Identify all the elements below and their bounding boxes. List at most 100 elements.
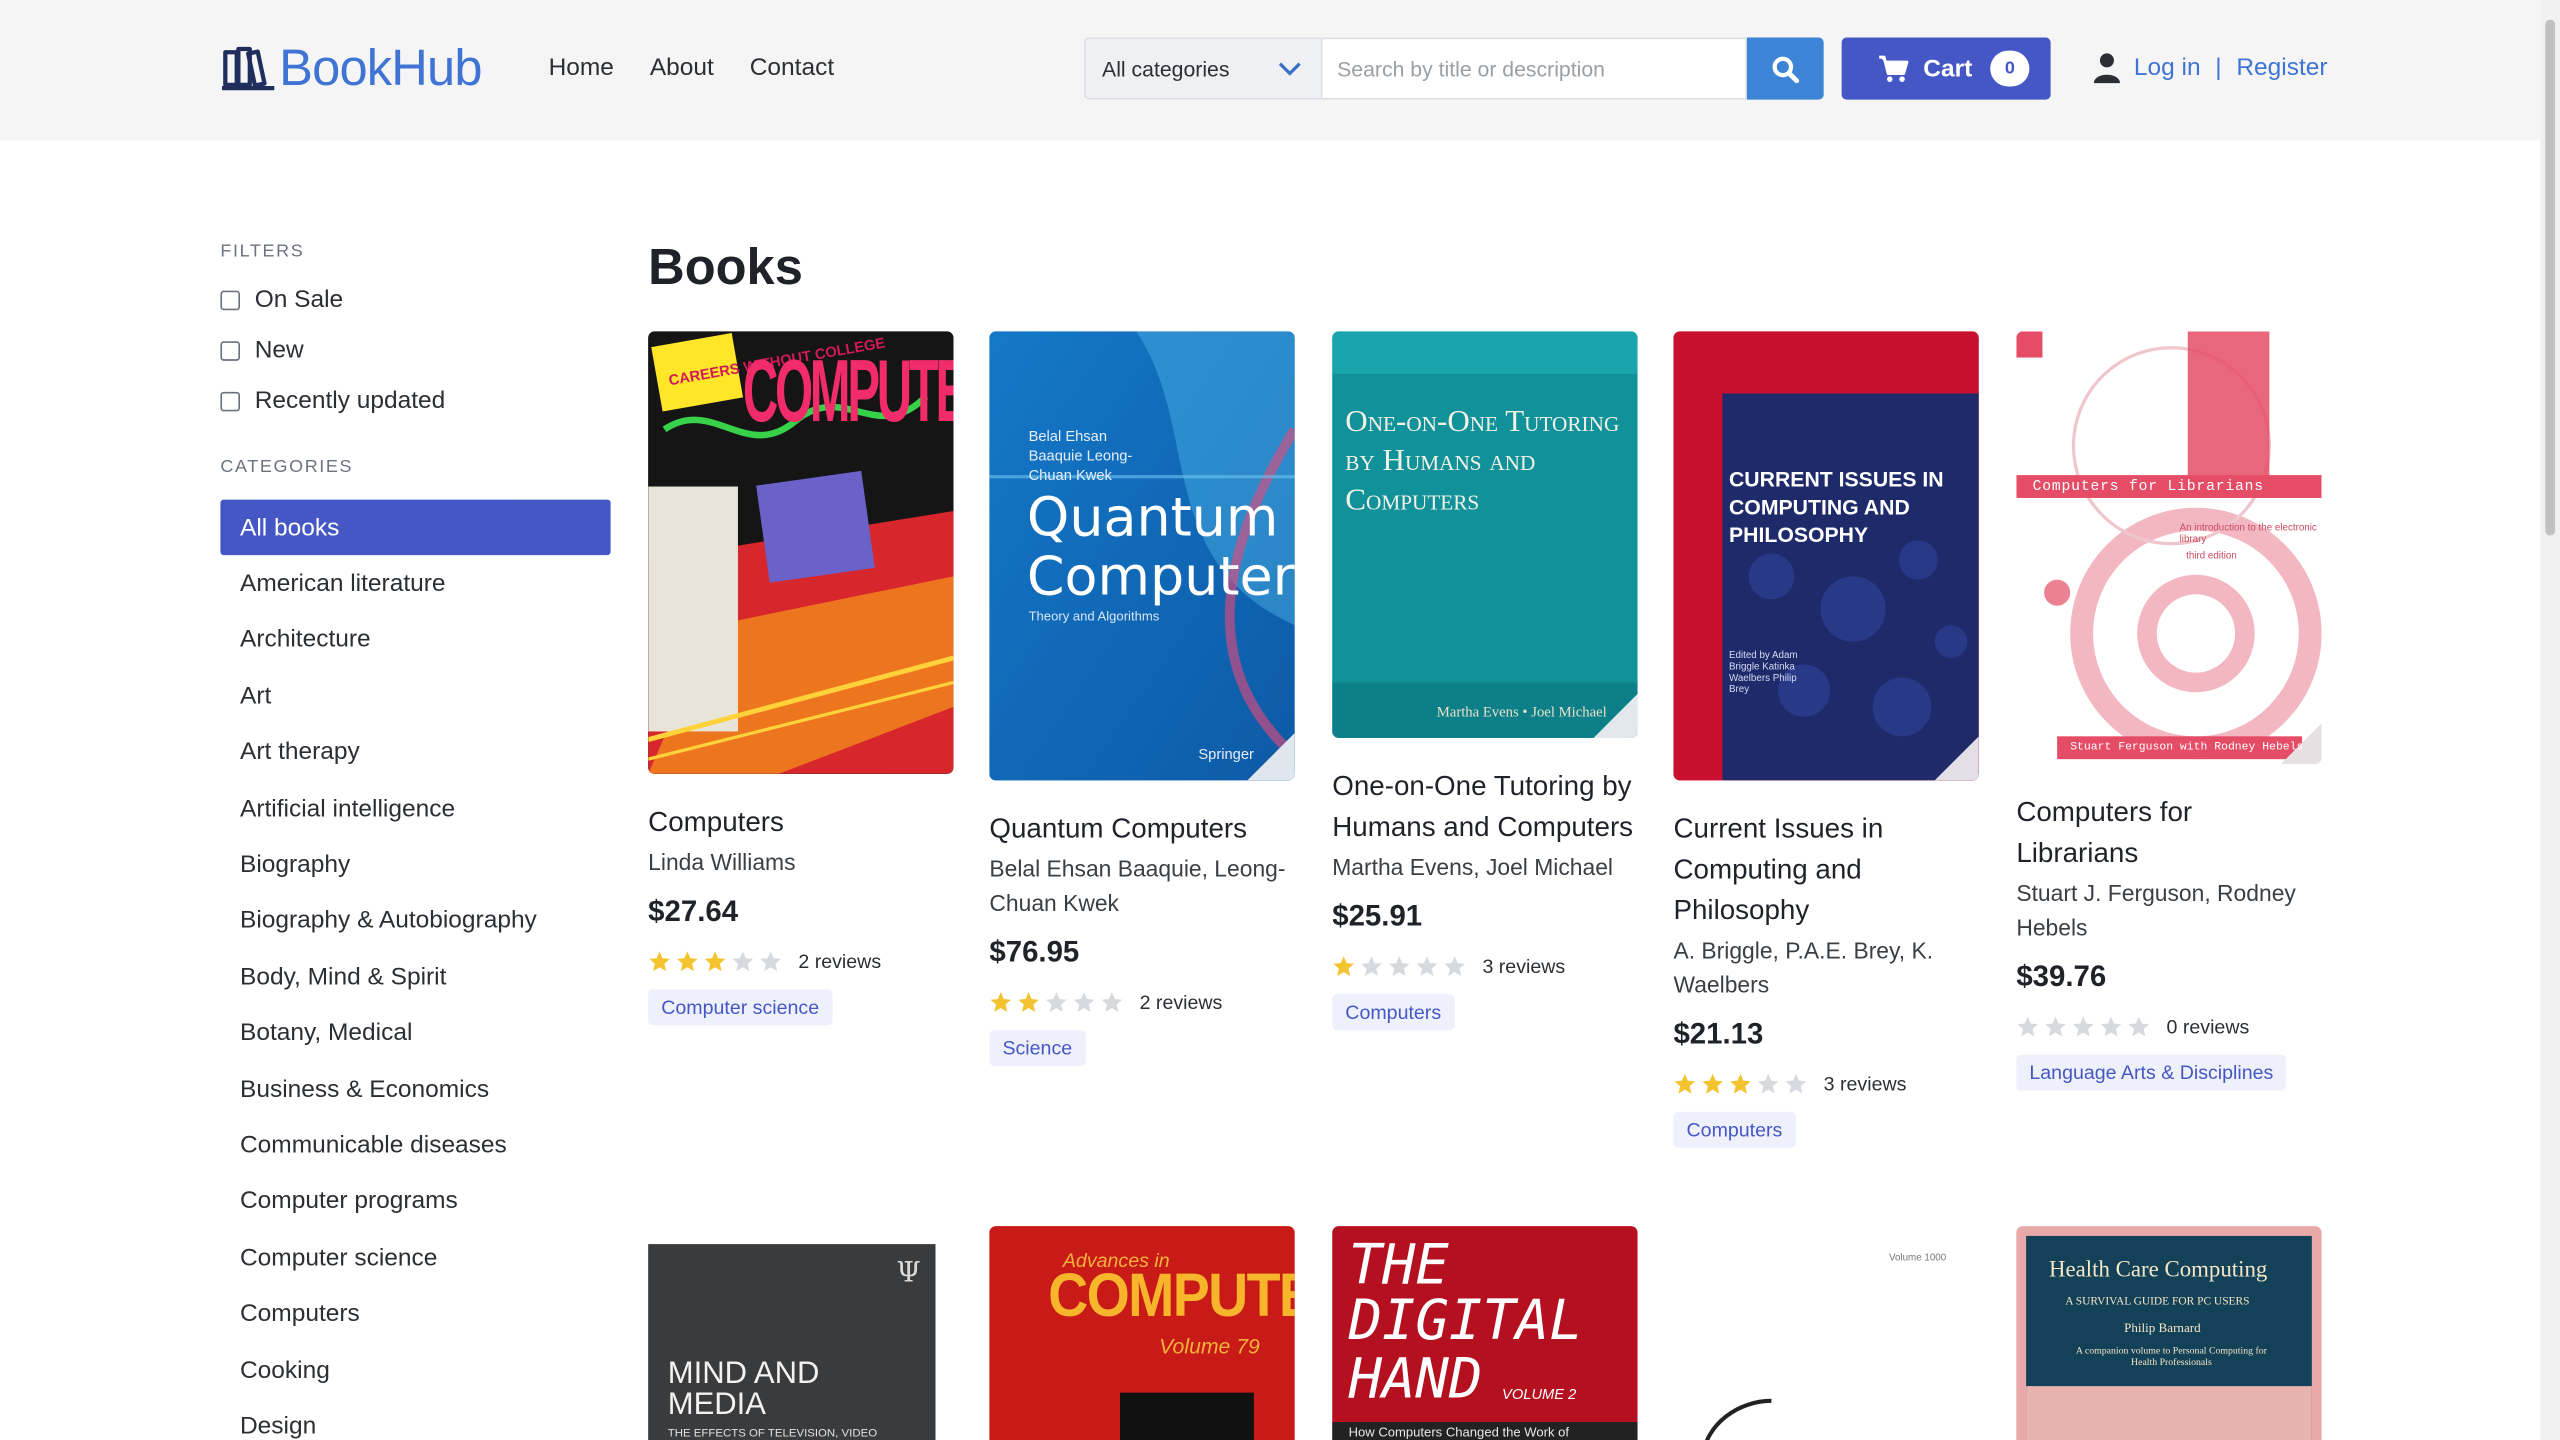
category-tag[interactable]: Computers [1332, 994, 1455, 1031]
category-item[interactable]: Business & Economics [220, 1061, 610, 1117]
categories-heading: CATEGORIES [220, 457, 354, 477]
category-item[interactable]: Cooking [220, 1342, 610, 1398]
book-price: $27.64 [648, 894, 739, 928]
star-icon [649, 951, 670, 972]
cover-banner: COMPUTERS [742, 344, 954, 442]
scrollbar-thumb[interactable] [2545, 19, 2556, 536]
book-card[interactable]: Ψ MIND AND MEDIA THE EFFECTS OF TELEVISI… [648, 1244, 953, 1440]
book-card[interactable]: Advances in COMPUTERS Volume 79 [989, 1226, 1295, 1440]
nav-contact[interactable]: Contact [750, 54, 834, 82]
cover-graphic [1119, 1392, 1254, 1440]
book-title[interactable]: Computers [648, 802, 953, 843]
cover-author: Philip Barnard [2124, 1320, 2201, 1336]
filter-new[interactable]: New [220, 336, 304, 364]
checkbox[interactable] [220, 289, 240, 310]
category-item-active[interactable]: All books [220, 499, 611, 556]
star-icon [1757, 1073, 1779, 1094]
filter-recently-updated[interactable]: Recently updated [220, 387, 445, 415]
cover-art [1332, 331, 1638, 738]
cover-note: A companion volume to Personal Computing… [2075, 1346, 2267, 1369]
star-rating [2016, 1016, 2150, 1039]
category-item[interactable]: Design [220, 1398, 610, 1440]
star-icon [2072, 1016, 2094, 1037]
star-icon [1674, 1073, 1696, 1094]
book-cover[interactable]: THE DIGITAL HAND VOLUME 2 How Computers … [1332, 1226, 1638, 1440]
books-logo-icon [222, 46, 275, 91]
cover-subtitle: Theory and Algorithms [1028, 608, 1160, 624]
book-cover[interactable]: CAREERS WITHOUT COLLEGE COMPUTERS [648, 331, 954, 774]
book-title[interactable]: Computers for Librarians [2016, 792, 2321, 874]
category-item[interactable]: Art [220, 668, 610, 724]
book-title[interactable]: One-on-One Tutoring by Humans and Comput… [1332, 766, 1637, 848]
category-item[interactable]: Biography & Autobiography [220, 893, 610, 949]
book-card[interactable]: Volume 1000 [1673, 1244, 1979, 1440]
book-title[interactable]: Quantum Computers [989, 808, 1294, 849]
cover-editors: Edited by Adam Briggle Katinka Waelbers … [1728, 651, 1798, 696]
filter-on-sale[interactable]: On Sale [220, 286, 343, 313]
category-item[interactable]: Architecture [220, 612, 610, 668]
review-count: 0 reviews [2166, 1015, 2250, 1039]
nav-about[interactable]: About [650, 54, 714, 82]
cart-count-badge: 0 [1990, 50, 2030, 87]
category-item[interactable]: Art therapy [220, 724, 610, 780]
checkbox[interactable] [220, 340, 240, 360]
book-card[interactable]: CAREERS WITHOUT COLLEGE COMPUTERS Comput… [648, 331, 954, 1026]
category-select[interactable]: All categories [1084, 37, 1321, 100]
book-card[interactable]: Health Care Computing A SURVIVAL GUIDE F… [2016, 1226, 2322, 1440]
category-tag[interactable]: Computer science [648, 989, 833, 1026]
cover-title: COMPUTERS [1048, 1262, 1295, 1331]
book-cover[interactable]: Volume 1000 [1673, 1244, 1979, 1440]
book-card[interactable]: One-on-One Tutoring by Humans and Comput… [1332, 331, 1638, 1031]
category-tag[interactable]: Language Arts & Disciplines [2016, 1054, 2287, 1091]
book-price: $39.76 [2016, 959, 2107, 993]
category-item[interactable]: Computers [220, 1286, 610, 1342]
book-cover[interactable]: Advances in COMPUTERS Volume 79 [989, 1226, 1295, 1440]
book-card[interactable]: Computers for Librarians An introduction… [2016, 331, 2322, 1091]
book-cover[interactable]: Belal Ehsan Baaquie Leong-Chuan Kwek Qua… [989, 331, 1295, 781]
book-card[interactable]: Belal Ehsan Baaquie Leong-Chuan Kwek Qua… [989, 331, 1295, 1067]
category-item[interactable]: Botany, Medical [220, 1005, 610, 1061]
book-price: $21.13 [1673, 1017, 1764, 1050]
review-count: 3 reviews [1823, 1072, 1907, 1096]
book-cover[interactable]: CURRENT ISSUES IN COMPUTING AND PHILOSOP… [1673, 331, 1979, 781]
login-link[interactable]: Log in [2134, 54, 2201, 82]
nav-home[interactable]: Home [549, 54, 614, 82]
category-item[interactable]: Computer science [220, 1230, 610, 1286]
book-cover[interactable]: Ψ MIND AND MEDIA THE EFFECTS OF TELEVISI… [648, 1244, 936, 1440]
star-icon [1046, 992, 1067, 1012]
category-item[interactable]: Communicable diseases [220, 1117, 610, 1173]
logo[interactable]: BookHub [220, 39, 482, 96]
cover-title-line1: Quantum [1026, 484, 1279, 549]
category-item[interactable]: Body, Mind & Spirit [220, 949, 610, 1005]
category-list: All books American literature Architectu… [220, 499, 611, 1440]
book-cover[interactable]: One-on-One Tutoring by Humans and Comput… [1332, 331, 1638, 738]
category-item[interactable]: Artificial intelligence [220, 780, 610, 836]
category-tag[interactable]: Science [989, 1030, 1086, 1067]
category-item[interactable]: American literature [220, 556, 610, 612]
book-cover[interactable]: Health Care Computing A SURVIVAL GUIDE F… [2016, 1226, 2322, 1440]
book-card[interactable]: THE DIGITAL HAND VOLUME 2 How Computers … [1332, 1226, 1638, 1440]
book-title[interactable]: Current Issues in Computing and Philosop… [1673, 808, 1978, 930]
checkbox[interactable] [220, 391, 240, 411]
star-rating [1332, 955, 1466, 978]
user-icon [2093, 53, 2120, 84]
category-item[interactable]: Computer programs [220, 1173, 610, 1229]
book-card[interactable]: CURRENT ISSUES IN COMPUTING AND PHILOSOP… [1673, 331, 1979, 1148]
search-input[interactable]: Search by title or description [1320, 37, 1747, 100]
category-tag[interactable]: Computers [1673, 1111, 1796, 1148]
star-rating [648, 950, 782, 973]
cover-authors: Martha Evens • Joel Michael [1436, 703, 1607, 720]
category-item[interactable]: Biography [220, 836, 610, 892]
star-icon [704, 951, 726, 972]
star-icon [1702, 1073, 1723, 1094]
search-button[interactable] [1746, 37, 1824, 100]
register-link[interactable]: Register [2236, 54, 2327, 82]
star-icon [1101, 992, 1123, 1012]
book-cover[interactable]: Computers for Librarians An introduction… [2016, 331, 2322, 765]
page-scrollbar[interactable] [2540, 0, 2560, 1440]
cover-art [2016, 331, 2322, 765]
cover-title: CURRENT ISSUES IN COMPUTING AND PHILOSOP… [1728, 466, 1944, 547]
search-bar: All categories Search by title or descri… [1084, 37, 1824, 100]
cover-volume: VOLUME 2 [1502, 1386, 1577, 1403]
cart-button[interactable]: Cart 0 [1841, 37, 2051, 100]
